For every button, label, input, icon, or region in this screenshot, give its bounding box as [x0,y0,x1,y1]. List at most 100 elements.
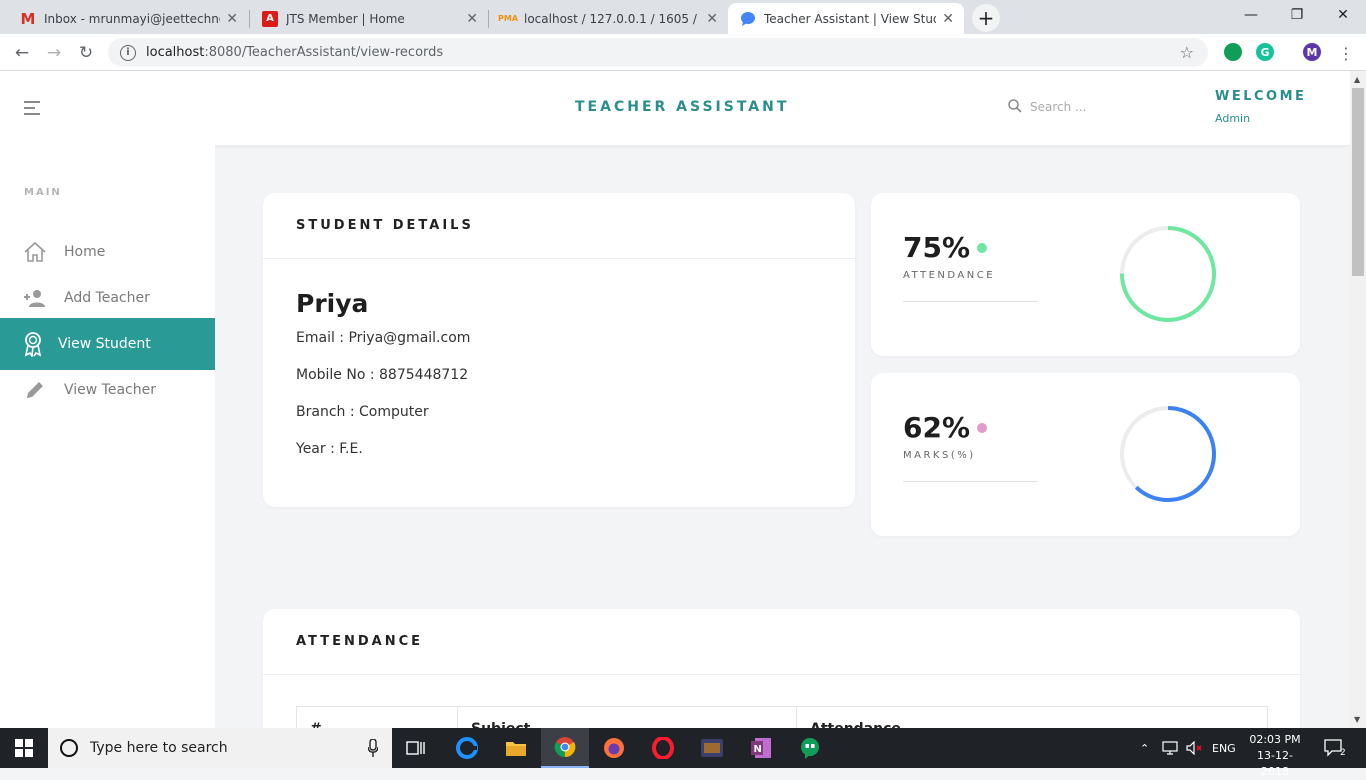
scroll-down-icon[interactable]: ▼ [1354,715,1360,724]
notification-center-icon[interactable]: 2 [1324,728,1346,768]
sidebar-item-add-teacher[interactable]: Add Teacher [0,272,215,324]
reload-icon[interactable]: ↻ [74,41,98,65]
tab-title: Teacher Assistant | View Student [764,11,936,26]
marks-percentage: 62% [903,411,971,444]
window-close-icon[interactable]: ✕ [1320,0,1366,30]
chrome-browser-icon[interactable] [541,728,589,768]
status-dot [977,423,987,433]
table-header-row: # Subject Attendance [296,706,1268,728]
attendance-card: ATTENDANCE # Subject Attendance [263,609,1300,728]
new-tab-button[interactable]: + [972,4,1000,32]
menu-kebab-icon[interactable]: ⋮ [1334,41,1358,65]
bookmark-star-icon[interactable]: ☆ [1180,43,1194,62]
scrollbar-thumb[interactable] [1352,88,1364,276]
clock-date: 13-12-2018 [1257,749,1293,778]
student-branch: Branch : Computer [296,404,429,420]
app-header: TEACHER ASSISTANT WELCOME Admin [0,71,1350,145]
user-name[interactable]: Admin [1215,112,1250,125]
taskbar-clock[interactable]: 02:03 PM 13-12-2018 [1246,732,1304,780]
url-path: :8080/TeacherAssistant/view-records [204,45,444,60]
browser-tab-jts[interactable]: A JTS Member | Home ✕ [250,3,488,34]
language-indicator[interactable]: ENG [1212,728,1236,768]
file-explorer-icon[interactable] [492,728,540,768]
angular-icon: A [262,10,278,27]
search-input[interactable] [1030,97,1180,117]
search-icon [1008,99,1022,113]
microphone-icon[interactable] [367,738,379,761]
column-header: Subject [457,706,797,728]
windows-taskbar: Type here to search N ⌃ ENG 02:03 PM 13-… [0,728,1366,778]
taskbar-search-placeholder: Type here to search [90,740,228,756]
taskbar-search-box[interactable]: Type here to search [48,728,392,768]
chat-bubble-icon [740,11,756,27]
tab-title: JTS Member | Home [286,11,405,26]
attendance-label: ATTENDANCE [903,270,996,281]
sidebar-item-view-student[interactable]: View Student [0,318,215,370]
divider [903,481,1038,482]
sidebar: MAIN Home Add Teacher View Student View … [0,145,215,728]
column-header: # [296,706,458,728]
tray-overflow-icon[interactable]: ⌃ [1140,728,1149,768]
sidebar-item-view-teacher[interactable]: View Teacher [0,364,215,416]
attendance-progress-ring [1120,226,1216,322]
firefox-icon[interactable] [590,728,638,768]
opera-icon[interactable] [639,728,687,768]
student-details-heading: STUDENT DETAILS [263,193,855,259]
grammarly-extension-icon[interactable]: G [1256,43,1274,61]
close-icon[interactable]: ✕ [226,11,238,27]
hamburger-menu-icon[interactable] [24,101,40,119]
marks-label: MARKS(%) [903,450,976,461]
scroll-up-icon[interactable]: ▲ [1354,75,1360,84]
sidebar-item-home[interactable]: Home [0,226,215,278]
minimize-icon[interactable]: — [1228,0,1274,30]
close-icon[interactable]: ✕ [706,11,718,27]
sidebar-item-label: View Student [58,336,151,352]
hangouts-icon[interactable] [786,728,834,768]
network-icon[interactable] [1162,728,1180,768]
sidebar-item-label: Add Teacher [64,290,150,306]
browser-tab-gmail[interactable]: M Inbox - mrunmayi@jeettechnosoft ✕ [8,3,248,34]
notification-count: 2 [1340,748,1346,758]
clock-time: 02:03 PM [1249,733,1301,746]
page-scrollbar[interactable]: ▲ ▼ [1350,71,1366,728]
browser-tab-teacher-assistant[interactable]: Teacher Assistant | View Student ✕ [728,3,964,34]
onenote-icon[interactable]: N [737,728,785,768]
volume-muted-icon[interactable] [1186,728,1204,768]
status-dot [977,243,987,253]
sidebar-heading: MAIN [24,187,62,198]
browser-tab-phpmyadmin[interactable]: PMA localhost / 127.0.0.1 / 1605 / forum… [488,3,728,34]
student-details-card: STUDENT DETAILS Priya Email : Priya@gmai… [263,193,855,507]
gmail-icon: M [20,9,36,28]
marks-progress-ring [1120,406,1216,502]
attendance-heading: ATTENDANCE [263,609,1300,675]
column-header: Attendance [796,706,1268,728]
info-icon[interactable]: i [120,44,136,61]
tab-title: Inbox - mrunmayi@jeettechnosoft [44,11,220,26]
marks-stat-card: 62% MARKS(%) [871,373,1300,536]
game-app-icon[interactable] [688,728,736,768]
profile-avatar[interactable]: M [1303,43,1321,61]
student-mobile: Mobile No : 8875448712 [296,367,469,383]
divider [903,301,1038,302]
restore-icon[interactable]: ❐ [1274,0,1320,30]
hangouts-extension-icon[interactable] [1224,43,1242,61]
phpmyadmin-icon: PMA [498,14,519,23]
attendance-table: # Subject Attendance [296,706,1268,728]
forward-arrow-icon[interactable]: → [42,41,66,65]
close-icon[interactable]: ✕ [466,11,478,27]
attendance-stat-card: 75% ATTENDANCE [871,193,1300,356]
task-view-icon[interactable] [392,728,440,768]
welcome-label: WELCOME [1215,89,1307,104]
close-icon[interactable]: ✕ [942,11,954,27]
edge-browser-icon[interactable] [443,728,491,768]
browser-tab-bar: M Inbox - mrunmayi@jeettechnosoft ✕ A JT… [0,0,1366,34]
windows-start-icon[interactable] [0,728,48,768]
student-year: Year : F.E. [296,441,363,457]
address-bar[interactable]: i localhost:8080/TeacherAssistant/view-r… [108,38,1208,67]
student-email: Email : Priya@gmail.com [296,330,471,346]
back-arrow-icon[interactable]: ← [10,41,34,65]
add-user-icon [22,285,48,311]
url-host: localhost [146,45,205,60]
pencil-icon [22,377,48,403]
sidebar-item-label: Home [64,244,106,260]
